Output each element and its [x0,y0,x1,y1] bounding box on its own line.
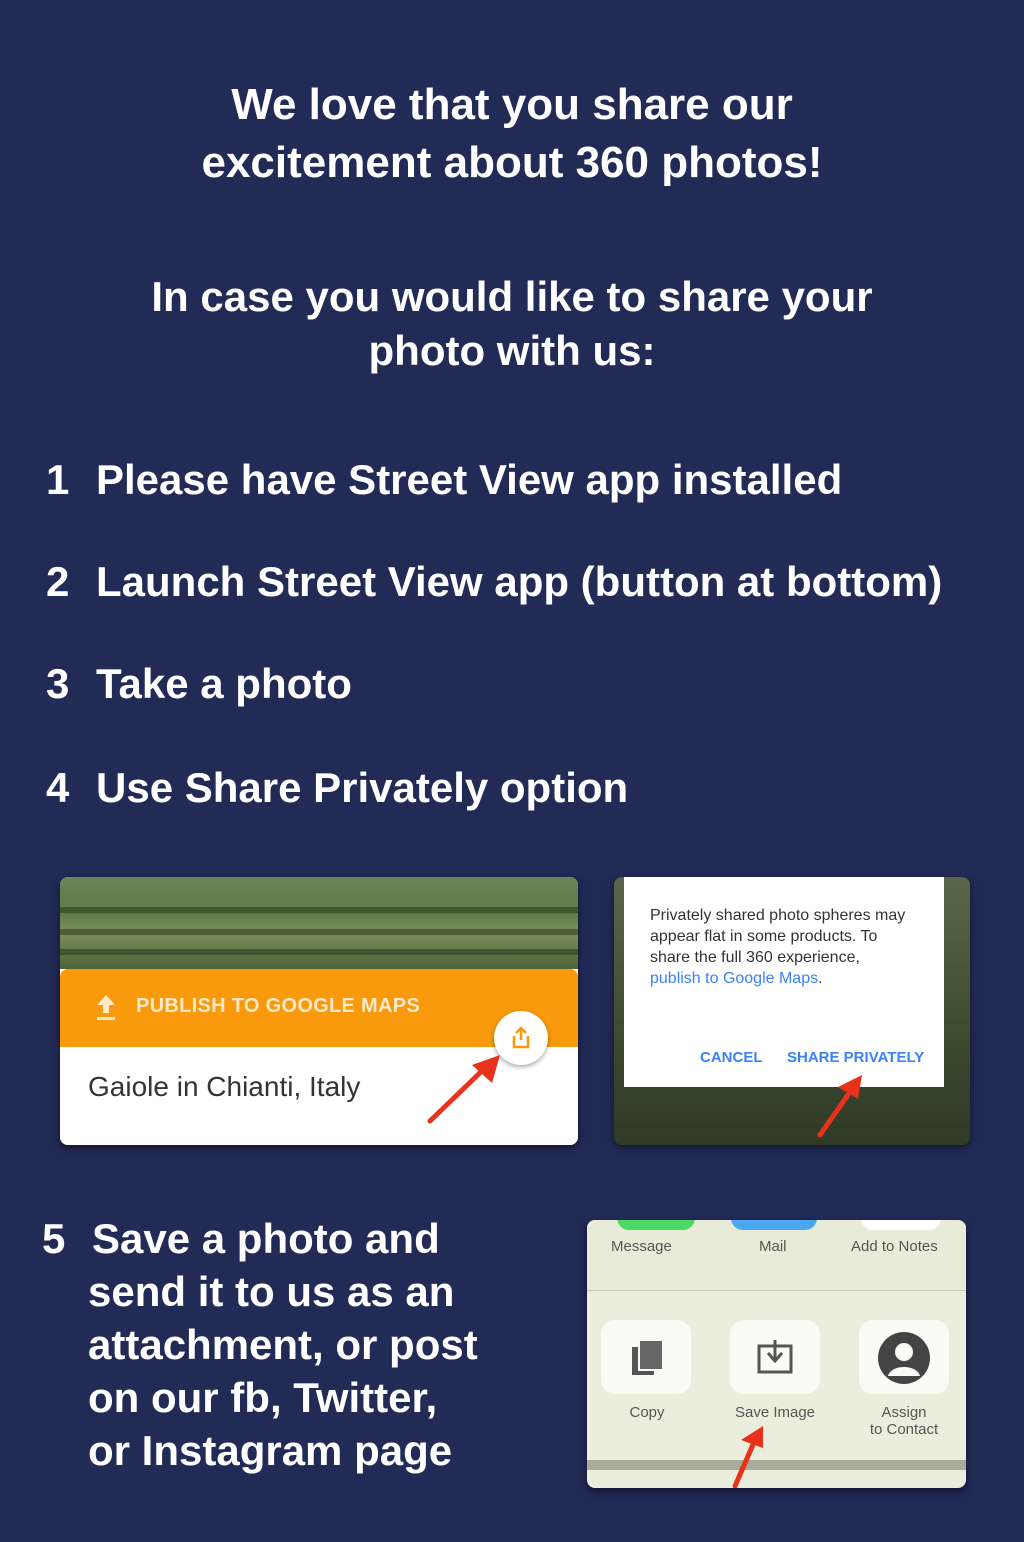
step-1: 1 Please have Street View app installed [46,454,842,506]
dialog-text: Privately shared photo spheres may appea… [650,907,906,966]
step-text: Take a photo [96,660,352,707]
save-image-label: Save Image [734,1404,816,1421]
step-5: 5 Save a photo and send it to us as an at… [42,1212,478,1477]
share-privately-screenshot: Privately shared photo spheres may appea… [614,877,970,1145]
step-2: 2 Launch Street View app (button at botto… [46,556,942,608]
message-label[interactable]: Message [611,1238,672,1255]
step-4: 4 Use Share Privately option [46,762,628,814]
vineyard-row [60,907,578,913]
notes-app-icon[interactable] [861,1220,941,1230]
copy-label: Copy [629,1404,665,1421]
step-text-line: Save a photo and [92,1215,440,1262]
cancel-button[interactable]: CANCEL [700,1049,763,1066]
vineyard-photo [60,877,578,969]
step-3: 3 Take a photo [46,658,352,710]
heading-subtitle: In case you would like to share your pho… [0,270,1024,378]
arrow-icon [732,1426,763,1488]
contact-icon [878,1332,930,1384]
share-privately-button[interactable]: SHARE PRIVATELY [787,1049,924,1066]
step-text-line: send it to us as an [88,1268,455,1315]
publish-screenshot: PUBLISH TO GOOGLE MAPS Gaiole in Chianti… [60,877,578,1145]
copy-icon [630,1339,664,1377]
heading-title: We love that you share our excitement ab… [0,76,1024,192]
step-text-line: attachment, or post [88,1321,478,1368]
add-to-notes-label[interactable]: Add to Notes [851,1238,938,1255]
step-text: Use Share Privately option [96,764,629,811]
mail-label[interactable]: Mail [759,1238,787,1255]
step-number: 3 [46,660,70,707]
dialog-message: Privately shared photo spheres may appea… [650,905,910,989]
subtitle-line-1: In case you would like to share your [151,273,873,320]
step-number: 4 [46,764,70,811]
place-name: Gaiole in Chianti, Italy [88,1071,361,1102]
subtitle-line-2: photo with us: [368,327,656,374]
step-number: 2 [46,558,70,605]
vineyard-row [60,949,578,955]
heading-line-1: We love that you share our [231,80,793,129]
step-number: 5 [42,1215,66,1262]
step-number: 1 [46,456,70,503]
heading-line-2: excitement about 360 photos! [201,138,823,187]
publish-link[interactable]: publish to Google Maps [650,970,818,987]
sheet-divider [587,1460,966,1470]
mail-app-icon[interactable] [731,1220,817,1230]
assign-contact-button[interactable] [859,1320,949,1394]
vineyard-row [60,929,578,935]
share-targets-row: Message Mail Add to Notes [587,1220,966,1291]
upload-icon [97,995,115,1020]
message-app-icon[interactable] [617,1220,695,1230]
step-text: Please have Street View app installed [96,456,843,503]
copy-button[interactable] [601,1320,691,1394]
dialog-text-end: . [818,970,823,987]
share-icon [512,1026,530,1049]
assign-label: Assign [881,1404,927,1421]
arrow-icon [427,1055,500,1124]
save-image-button[interactable] [730,1320,820,1394]
step-text-line: or Instagram page [88,1427,453,1474]
step-text-line: on our fb, Twitter, [88,1374,438,1421]
to-contact-label: to Contact [869,1421,939,1438]
step-text: Launch Street View app (button at bottom… [96,558,943,605]
arrow-icon [817,1075,862,1138]
save-image-screenshot: Message Mail Add to Notes Copy Save Imag… [587,1220,966,1488]
publish-label: PUBLISH TO GOOGLE MAPS [136,995,421,1017]
share-dialog: Privately shared photo spheres may appea… [624,877,944,1087]
save-image-icon [757,1340,793,1374]
